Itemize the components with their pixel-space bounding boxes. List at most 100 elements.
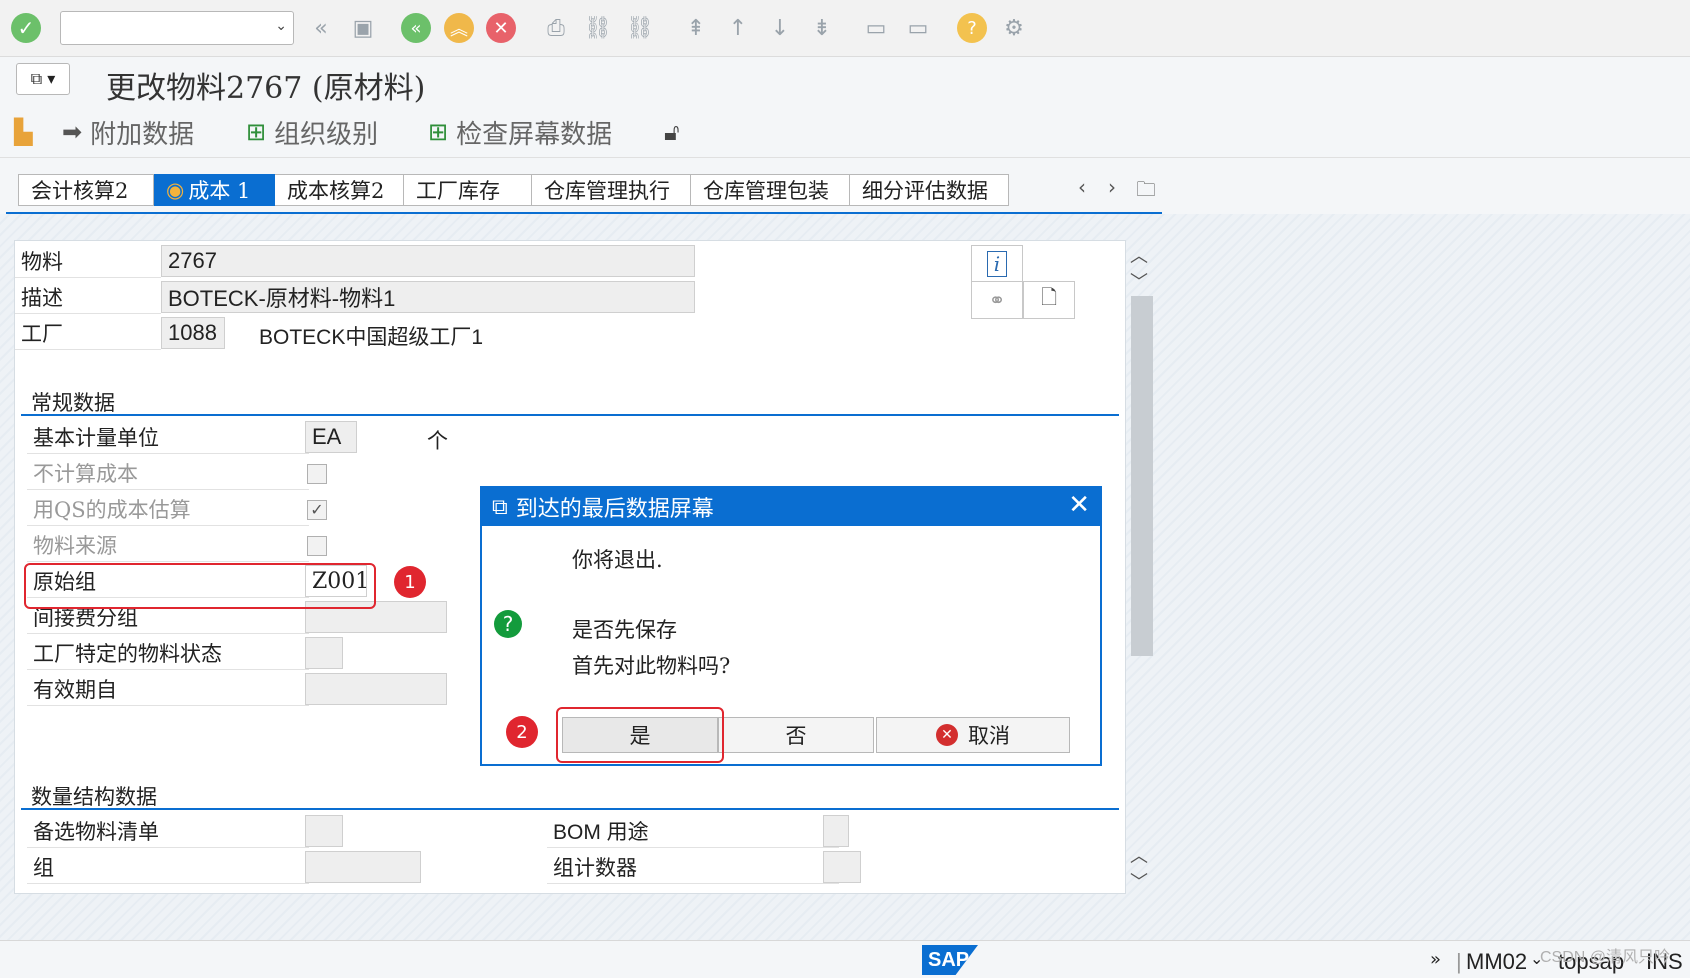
plant-field[interactable]: 1088 [161,317,225,349]
chevron-left-icon[interactable]: ‹ [1078,175,1086,199]
material-field[interactable]: 2767 [161,245,695,277]
org-hierarchy-icon: ⊞ [246,118,267,146]
tab-underline [6,212,1162,214]
back-icon[interactable]: « [400,12,432,44]
tab-list-icon[interactable]: 🗀︎ [1136,175,1156,209]
annotation-box-2 [556,707,724,763]
tab-accounting-2[interactable]: 会计核算2 [18,174,154,206]
tab-wm-execution[interactable]: 仓库管理执行 [532,174,691,206]
page-title: 更改物料2767 (原材料) [106,71,426,106]
tab-active-icon: ◉ [166,178,185,202]
enter-icon[interactable]: ✓ [10,12,42,44]
scroll-up-icon[interactable]: ︿ [1130,842,1148,868]
tab-label: 细分评估数据 [862,179,988,203]
watermark: CSDN @清风只吟 [1540,949,1671,966]
annotation-box-1 [24,563,376,609]
previous-page-icon[interactable]: ↑ [722,12,754,44]
base-uom-text: 个 [427,429,448,453]
plant-status-field[interactable] [305,637,343,669]
dialog-line-2: 是否先保存 [572,618,677,642]
shortcut-icon[interactable]: ▭ [902,12,934,44]
cancel-button[interactable]: ✕ 取消 [876,717,1070,753]
first-page-icon[interactable]: ⇞ [680,12,712,44]
title-row: ⧉ ▾ 更改物料2767 (原材料) [0,57,1690,106]
tab-costing-1[interactable]: ◉ 成本 1 [154,174,275,206]
tab-label: 工厂库存 [416,179,500,203]
scroll-up-icon[interactable]: ︿ [1130,242,1148,268]
bom-usage-field[interactable] [823,815,849,847]
back-double-icon[interactable]: « [305,12,337,44]
check-screen-data-button[interactable]: ⊞ 检查屏幕数据 [428,115,612,150]
arrow-right-icon: ➡ [62,118,83,146]
info-icon: i [986,251,1008,277]
plant-name: BOTECK中国超级工厂1 [259,326,484,349]
no-costing-checkbox[interactable] [307,464,327,484]
base-uom-label: 基本计量单位 [27,421,309,454]
tab-costing-2[interactable]: 成本核算2 [275,174,404,206]
group-field[interactable] [305,851,421,883]
org-levels-label: 组织级别 [274,119,379,150]
description-field[interactable]: BOTECK-原材料-物料1 [161,281,695,313]
cancel-icon[interactable]: ✕ [485,12,517,44]
close-icon[interactable]: ✕ [1068,490,1090,520]
chevron-right-icon[interactable]: › [1108,175,1116,199]
create-session-icon[interactable]: ▭ [860,12,892,44]
org-levels-button[interactable]: ⊞ 组织级别 [246,115,379,150]
dialog-title: 到达的最后数据屏幕 [515,497,714,522]
tab-label: 成本核算2 [287,179,385,203]
tab-label: 仓库管理执行 [544,179,670,203]
info-button[interactable]: i [971,245,1023,283]
other-material-button[interactable]: ▙ [14,115,40,149]
system-toolbar: ✓ ⌄ « ▣ « ︽ ✕ ⎙ ⛓ ⛓ ⇞ ↑ ↓ ⇟ ▭ ▭ ? ⚙ [0,0,1690,57]
qs-costing-label: 用QS的成本估算 [27,493,309,526]
no-button[interactable]: 否 [718,717,874,753]
alt-bom-field[interactable] [305,815,343,847]
tab-label: 成本 1 [188,179,251,203]
find-icon[interactable]: ⛓ [582,12,614,44]
command-field[interactable]: ⌄ [60,11,294,45]
base-uom-field[interactable]: EA [305,421,357,453]
chevron-down-icon[interactable]: ⌄ [275,18,287,34]
quantity-data-title: 数量结构数据 [31,785,157,809]
valid-from-field[interactable] [305,673,447,705]
qs-costing-checkbox[interactable]: ✓ [307,500,327,520]
scroll-down-icon[interactable]: ﹀ [1130,268,1148,294]
scroll-down-icon[interactable]: ﹀ [1130,868,1148,894]
document-button[interactable]: 🗋︎ [1023,281,1075,319]
dialog-line-3: 首先对此物料吗? [572,654,731,678]
status-expand-icon[interactable]: » [1430,949,1441,970]
save-icon[interactable]: ▣ [347,12,379,44]
print-icon[interactable]: ⎙ [540,12,572,44]
valid-from-label: 有效期自 [27,673,309,706]
scrollbar-thumb[interactable] [1131,296,1153,656]
help-icon[interactable]: ? [956,12,988,44]
last-page-icon[interactable]: ⇟ [806,12,838,44]
dialog-line-1: 你将退出. [572,548,663,572]
tab-wm-packaging[interactable]: 仓库管理包装 [691,174,850,206]
dialog-window-icon: ⧉ [492,494,508,520]
tab-label: 仓库管理包装 [703,179,829,203]
plant-value: 1088 [168,320,217,345]
status-separator: | [1456,949,1462,974]
lock-button[interactable]: 🔓︎ [664,115,688,149]
additional-data-button[interactable]: ➡ 附加数据 [62,115,194,150]
quantity-data-divider [21,808,1119,810]
dialog-title-bar: ⧉ 到达的最后数据屏幕 ✕ [482,488,1100,526]
tab-split-valuation[interactable]: 细分评估数据 [850,174,1009,206]
group-counter-field[interactable] [823,851,861,883]
display-button[interactable]: ⚭ [971,281,1023,319]
document-icon: 🗋︎ [1040,285,1058,309]
material-origin-checkbox[interactable] [307,536,327,556]
gear-icon[interactable]: ⚙ [998,12,1030,44]
lock-icon: 🔓︎ [664,118,680,146]
exit-icon[interactable]: ︽ [443,12,475,44]
status-bar: SAP » | MM02 ⌄ topsap INS CSDN @清风只吟 [0,940,1690,978]
tab-plant-stock[interactable]: 工厂库存 [404,174,532,206]
find-next-icon[interactable]: ⛓ [624,12,656,44]
menu-icon[interactable]: ⧉ ▾ [16,63,70,95]
transaction-code: MM02 [1466,949,1528,974]
cancel-label: 取消 [968,724,1010,748]
no-label: 否 [785,724,807,748]
material-label: 物料 [15,245,161,278]
next-page-icon[interactable]: ↓ [764,12,796,44]
